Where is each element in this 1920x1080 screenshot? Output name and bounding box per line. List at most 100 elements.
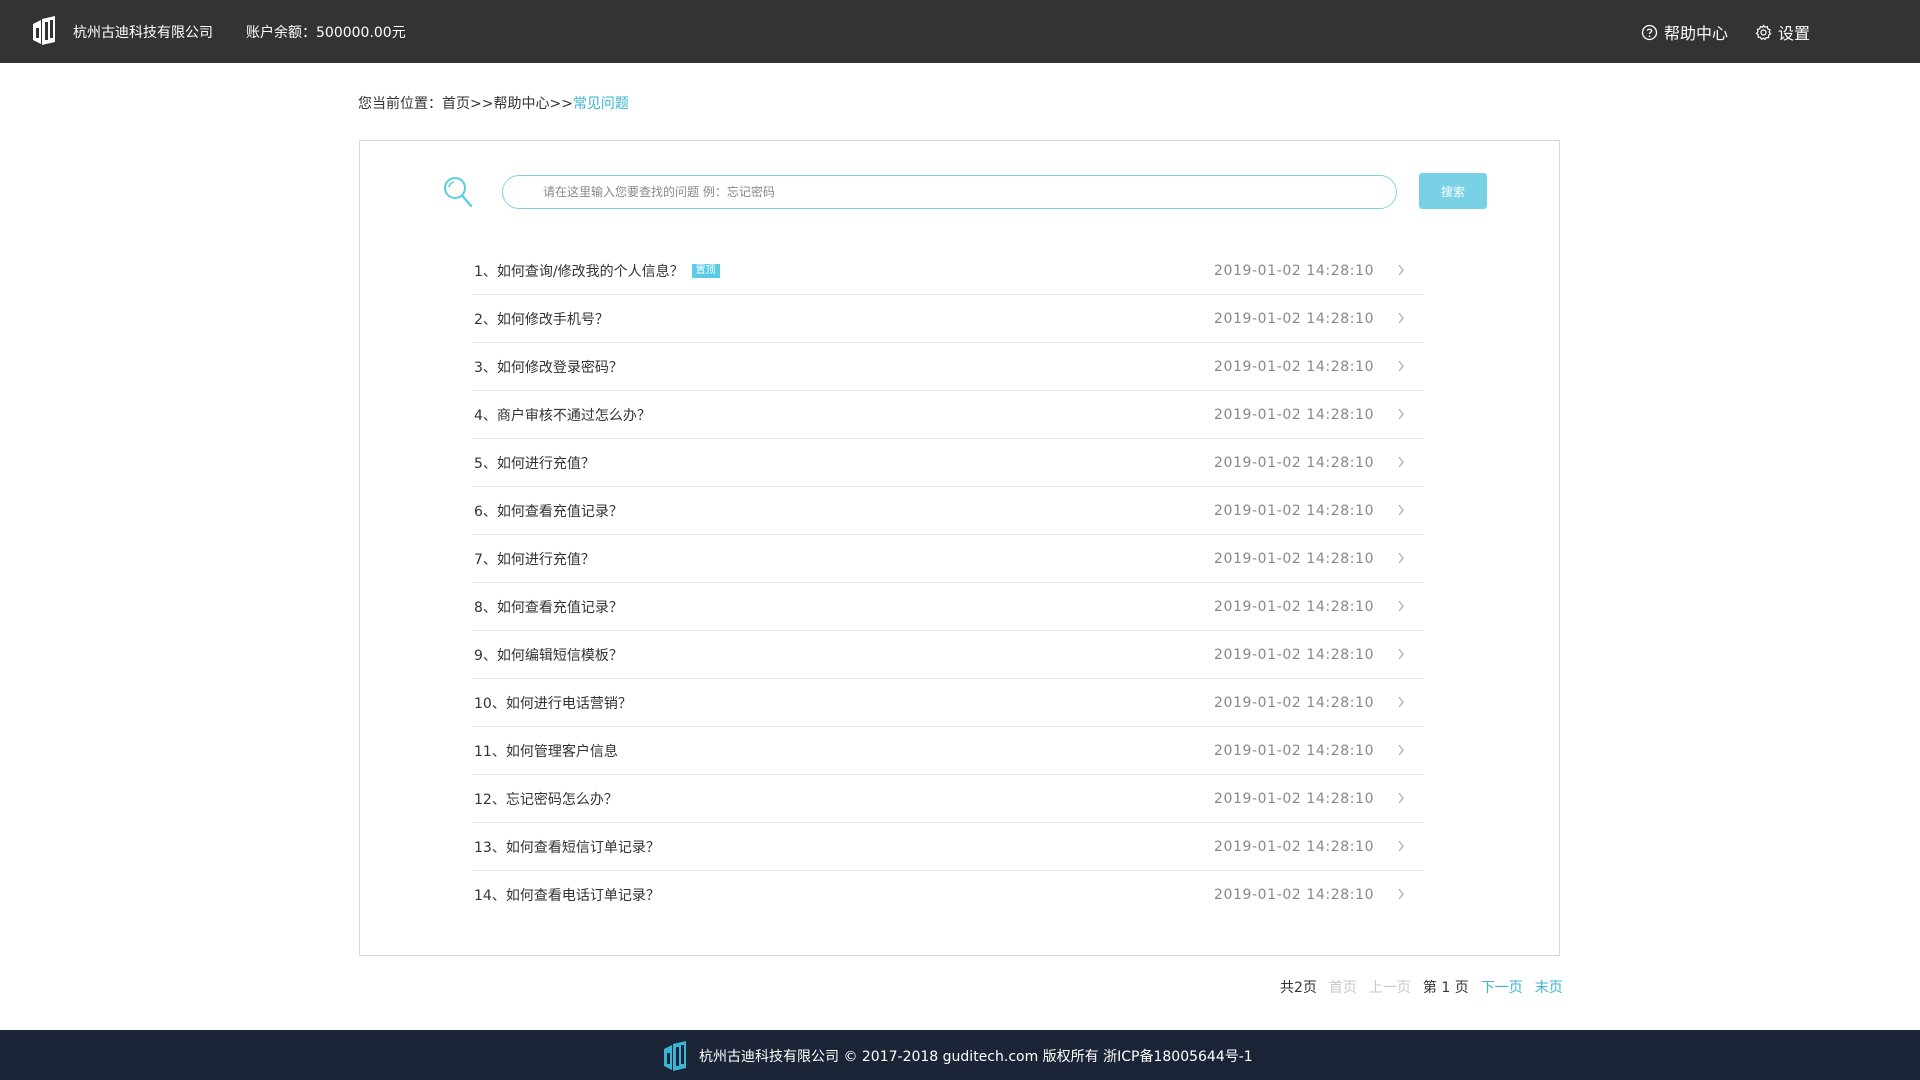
faq-item-date: 2019-01-02 14:28:10 xyxy=(1214,887,1375,903)
faq-item-title: 4、商户审核不通过怎么办？ xyxy=(472,405,651,425)
faq-item-title-text: 1、如何查询/修改我的个人信息？ xyxy=(474,263,684,280)
faq-item-date: 2019-01-02 14:28:10 xyxy=(1214,790,1375,807)
faq-item[interactable]: 13、如何查看短信订单记录？ 2019-01-02 14:28:10 xyxy=(472,823,1424,871)
faq-item-title-text: 3、如何修改登录密码？ xyxy=(474,359,623,376)
faq-item-date: 2019-01-02 14:28:10 xyxy=(1214,598,1375,615)
faq-item-date: 2019-01-02 14:28:10 xyxy=(1214,742,1375,759)
faq-item[interactable]: 10、如何进行电话营销？ 2019-01-02 14:28:10 xyxy=(472,679,1424,727)
breadcrumb-home-link[interactable]: 首页 xyxy=(442,96,470,112)
faq-item-date: 2019-01-02 14:28:10 xyxy=(1214,262,1375,279)
chevron-right-icon xyxy=(1398,264,1404,276)
faq-item-date: 2019-01-02 14:28:10 xyxy=(1214,406,1375,423)
faq-item-date: 2019-01-02 14:28:10 xyxy=(1214,838,1375,855)
faq-item-title: 11、如何管理客户信息 xyxy=(472,741,618,761)
faq-item-title-text: 14、如何查看电话订单记录？ xyxy=(474,888,660,904)
search-icon xyxy=(444,177,473,208)
settings-link[interactable]: 设置 xyxy=(1755,20,1810,44)
breadcrumb-separator: >> xyxy=(549,96,573,112)
chevron-right-icon xyxy=(1398,888,1404,900)
breadcrumb-prefix: 您当前位置： xyxy=(358,96,442,112)
chevron-right-icon xyxy=(1398,744,1404,756)
chevron-right-icon xyxy=(1398,312,1404,324)
last-page-button[interactable]: 末页 xyxy=(1535,977,1563,997)
chevron-right-icon xyxy=(1398,552,1404,564)
faq-item[interactable]: 2、如何修改手机号？ 2019-01-02 14:28:10 xyxy=(472,295,1424,343)
prev-page-button[interactable]: 上一页 xyxy=(1369,977,1411,997)
chevron-right-icon xyxy=(1398,648,1404,660)
company-name: 杭州古迪科技有限公司 xyxy=(73,25,213,41)
breadcrumb-separator: >> xyxy=(470,96,494,112)
page-total: 共2页 xyxy=(1280,980,1317,996)
faq-item-title: 6、如何查看充值记录？ xyxy=(472,501,623,521)
faq-item-title: 5、如何进行充值？ xyxy=(472,453,595,473)
faq-item-date: 2019-01-02 14:28:10 xyxy=(1214,550,1375,567)
account-balance: 账户余额：500000.00元 xyxy=(246,25,406,41)
faq-item-title-text: 2、如何修改手机号？ xyxy=(474,311,609,328)
faq-item-title: 8、如何查看充值记录？ xyxy=(472,597,623,617)
settings-label: 设置 xyxy=(1778,24,1811,43)
faq-item[interactable]: 6、如何查看充值记录？ 2019-01-02 14:28:10 xyxy=(472,487,1424,535)
faq-item-title-text: 10、如何进行电话营销？ xyxy=(474,695,632,712)
faq-item-date: 2019-01-02 14:28:10 xyxy=(1214,694,1375,711)
faq-item[interactable]: 7、如何进行充值？ 2019-01-02 14:28:10 xyxy=(472,535,1424,583)
chevron-right-icon xyxy=(1398,696,1404,708)
faq-item-title-text: 8、如何查看充值记录？ xyxy=(474,599,623,616)
faq-item-date: 2019-01-02 14:28:10 xyxy=(1214,358,1375,375)
current-page: 第 1 页 xyxy=(1422,980,1469,996)
chevron-right-icon xyxy=(1398,792,1404,804)
footer-logo-icon xyxy=(664,1041,686,1071)
gear-icon xyxy=(1755,23,1772,40)
faq-item-title-text: 11、如何管理客户信息 xyxy=(474,743,618,760)
faq-item-title-text: 4、商户审核不通过怎么办？ xyxy=(474,407,651,424)
faq-item-title: 9、如何编辑短信模板？ xyxy=(472,645,623,665)
faq-item[interactable]: 9、如何编辑短信模板？ 2019-01-02 14:28:10 xyxy=(472,631,1424,679)
faq-item-title: 10、如何进行电话营销？ xyxy=(472,693,632,713)
faq-item-date: 2019-01-02 14:28:10 xyxy=(1214,502,1375,519)
faq-item[interactable]: 5、如何进行充值？ 2019-01-02 14:28:10 xyxy=(472,439,1424,487)
chevron-right-icon xyxy=(1398,504,1404,516)
faq-item[interactable]: 3、如何修改登录密码？ 2019-01-02 14:28:10 xyxy=(472,343,1424,391)
help-center-link[interactable]: 帮助中心 xyxy=(1641,20,1728,44)
company-logo-icon[interactable] xyxy=(31,16,57,46)
pagination: 共2页 首页 上一页 第 1 页 下一页 末页 xyxy=(1280,977,1575,997)
chevron-right-icon xyxy=(1398,840,1404,852)
chevron-right-icon xyxy=(1398,600,1404,612)
faq-item-title: 13、如何查看短信订单记录？ xyxy=(472,837,660,857)
pinned-badge: 置顶 xyxy=(691,263,720,278)
faq-item[interactable]: 11、如何管理客户信息 2019-01-02 14:28:10 xyxy=(472,727,1424,775)
question-circle-icon xyxy=(1641,24,1658,40)
chevron-right-icon xyxy=(1398,408,1404,420)
faq-item-title: 7、如何进行充值？ xyxy=(472,549,595,569)
top-bar: 杭州古迪科技有限公司 账户余额：500000.00元 帮助中心 设置 xyxy=(0,0,1920,63)
faq-item[interactable]: 8、如何查看充值记录？ 2019-01-02 14:28:10 xyxy=(472,583,1424,631)
faq-item-date: 2019-01-02 14:28:10 xyxy=(1214,454,1375,471)
footer-copyright: 杭州古迪科技有限公司 © 2017-2018 guditech.com 版权所有… xyxy=(699,1049,1253,1065)
faq-item-title-text: 7、如何进行充值？ xyxy=(474,551,595,568)
faq-item[interactable]: 4、商户审核不通过怎么办？ 2019-01-02 14:28:10 xyxy=(472,391,1424,439)
faq-list: 1、如何查询/修改我的个人信息？ 置顶 2019-01-02 14:28:10 2、如… xyxy=(472,247,1424,919)
faq-item-date: 2019-01-02 14:28:10 xyxy=(1214,646,1375,663)
faq-item-title: 12、忘记密码怎么办？ xyxy=(472,789,618,809)
breadcrumb-help-link[interactable]: 帮助中心 xyxy=(493,96,549,112)
help-center-label: 帮助中心 xyxy=(1664,24,1729,43)
faq-item-title-text: 5、如何进行充值？ xyxy=(474,455,595,472)
faq-item-title-text: 13、如何查看短信订单记录？ xyxy=(474,839,660,856)
next-page-button[interactable]: 下一页 xyxy=(1481,977,1523,997)
faq-item-title: 3、如何修改登录密码？ xyxy=(472,357,623,377)
faq-item-title: 1、如何查询/修改我的个人信息？ 置顶 xyxy=(472,261,720,281)
faq-item[interactable]: 12、忘记密码怎么办？ 2019-01-02 14:28:10 xyxy=(472,775,1424,823)
breadcrumb: 您当前位置：首页>>帮助中心>>常见问题 xyxy=(358,93,629,113)
faq-item-date: 2019-01-02 14:28:10 xyxy=(1214,310,1375,327)
faq-item-title-text: 12、忘记密码怎么办？ xyxy=(474,791,618,808)
first-page-button[interactable]: 首页 xyxy=(1329,977,1357,997)
faq-item[interactable]: 1、如何查询/修改我的个人信息？ 置顶 2019-01-02 14:28:10 xyxy=(472,247,1424,295)
breadcrumb-current: 常见问题 xyxy=(572,96,629,112)
chevron-right-icon xyxy=(1398,360,1404,372)
chevron-right-icon xyxy=(1398,456,1404,468)
faq-item-title: 14、如何查看电话订单记录？ xyxy=(472,885,660,905)
search-input[interactable] xyxy=(502,175,1397,209)
faq-item[interactable]: 14、如何查看电话订单记录？ 2019-01-02 14:28:10 xyxy=(472,871,1424,919)
footer: 杭州古迪科技有限公司 © 2017-2018 guditech.com 版权所有… xyxy=(0,1030,1920,1080)
search-button[interactable]: 搜索 xyxy=(1419,173,1487,209)
faq-item-title: 2、如何修改手机号？ xyxy=(472,309,609,329)
